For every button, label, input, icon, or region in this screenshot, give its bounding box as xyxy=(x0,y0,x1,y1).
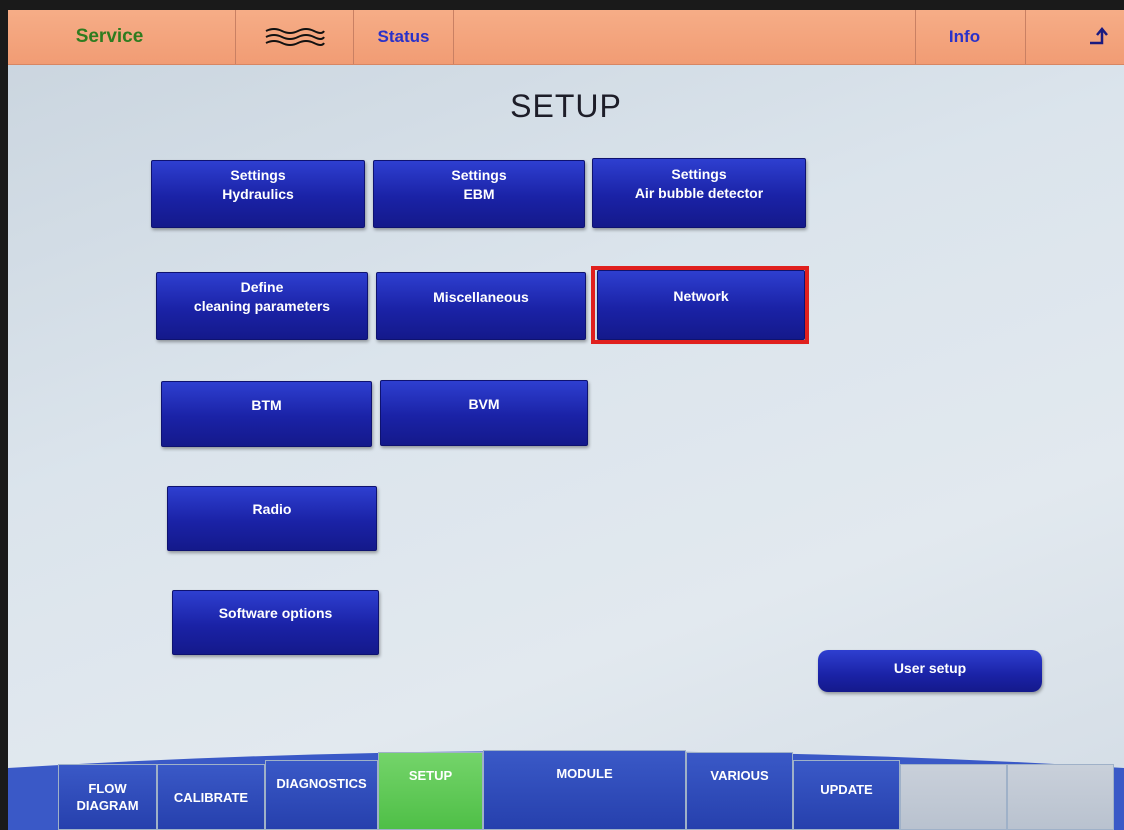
tab-label: VARIOUS xyxy=(710,768,769,783)
tab-label-line2: DIAGRAM xyxy=(76,798,139,813)
device-screen: Service Status Info SETUP Settings Hydra… xyxy=(8,10,1124,830)
tab-empty-1[interactable] xyxy=(900,764,1007,830)
tab-module[interactable]: MODULE xyxy=(483,750,686,830)
miscellaneous-button[interactable]: Miscellaneous xyxy=(376,272,586,340)
exit-arrow-icon xyxy=(1090,27,1108,45)
wave-icon xyxy=(265,28,325,46)
button-label-line1: Settings xyxy=(230,167,286,183)
button-label-line2: Hydraulics xyxy=(222,186,294,202)
button-label: Radio xyxy=(252,501,292,517)
button-label-line2: Air bubble detector xyxy=(634,185,764,201)
tab-update[interactable]: UPDATE xyxy=(793,760,900,830)
tab-label: UPDATE xyxy=(820,782,873,797)
service-tab[interactable]: Service xyxy=(8,10,236,64)
settings-ebm-button[interactable]: Settings EBM xyxy=(373,160,585,228)
button-label: Miscellaneous xyxy=(433,288,529,305)
tab-label-line1: FLOW xyxy=(88,781,127,796)
bottom-nav: FLOW DIAGRAM CALIBRATE DIAGNOSTICS SETUP… xyxy=(58,750,1120,830)
button-label: BTM xyxy=(251,396,282,413)
button-label-line1: Settings xyxy=(451,167,507,183)
software-options-button[interactable]: Software options xyxy=(172,590,379,655)
button-label: BVM xyxy=(468,395,500,412)
topbar-spacer xyxy=(454,10,916,64)
tab-label: SETUP xyxy=(408,768,453,783)
button-label-line1: Settings xyxy=(671,166,727,182)
status-tab[interactable]: Status xyxy=(354,10,454,64)
tab-label: DIAGNOSTICS xyxy=(276,776,367,791)
user-setup-button[interactable]: User setup xyxy=(818,650,1042,692)
network-highlight-box xyxy=(591,266,809,344)
settings-air-bubble-detector-button[interactable]: Settings Air bubble detector xyxy=(592,158,806,228)
tab-various[interactable]: VARIOUS xyxy=(686,752,793,830)
tab-diagnostics[interactable]: DIAGNOSTICS xyxy=(265,760,378,830)
button-label: Software options xyxy=(218,605,333,621)
info-tab[interactable]: Info xyxy=(916,10,1026,64)
button-label-line1: Define xyxy=(240,279,284,295)
radio-button[interactable]: Radio xyxy=(167,486,377,551)
bvm-button[interactable]: BVM xyxy=(380,380,588,446)
top-bar: Service Status Info xyxy=(8,10,1124,65)
define-cleaning-parameters-button[interactable]: Define cleaning parameters xyxy=(156,272,368,340)
tab-flow-diagram[interactable]: FLOW DIAGRAM xyxy=(58,764,157,830)
exit-button[interactable] xyxy=(1026,10,1124,64)
settings-hydraulics-button[interactable]: Settings Hydraulics xyxy=(151,160,365,228)
tab-label: CALIBRATE xyxy=(173,789,249,805)
btm-button[interactable]: BTM xyxy=(161,381,372,447)
wave-button[interactable] xyxy=(236,10,354,64)
tab-empty-2[interactable] xyxy=(1007,764,1114,830)
tab-calibrate[interactable]: CALIBRATE xyxy=(157,764,265,830)
page-title: SETUP xyxy=(510,88,622,124)
button-label-line2: EBM xyxy=(463,186,495,202)
tab-setup[interactable]: SETUP xyxy=(378,752,483,830)
tab-label: MODULE xyxy=(556,766,613,781)
button-label-line2: cleaning parameters xyxy=(193,298,331,314)
